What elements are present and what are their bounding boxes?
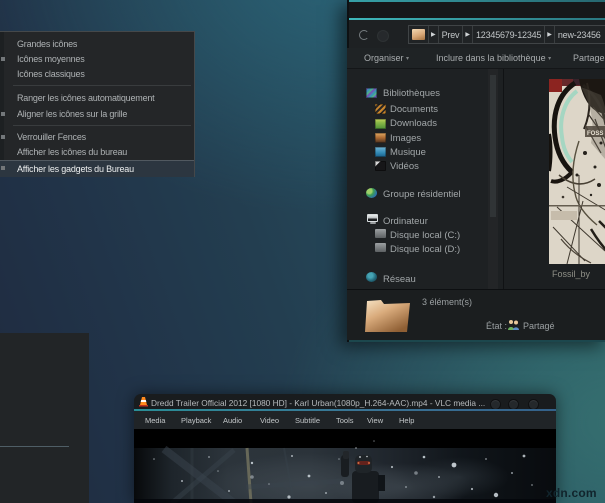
svg-text:FOSS: FOSS xyxy=(587,131,603,137)
